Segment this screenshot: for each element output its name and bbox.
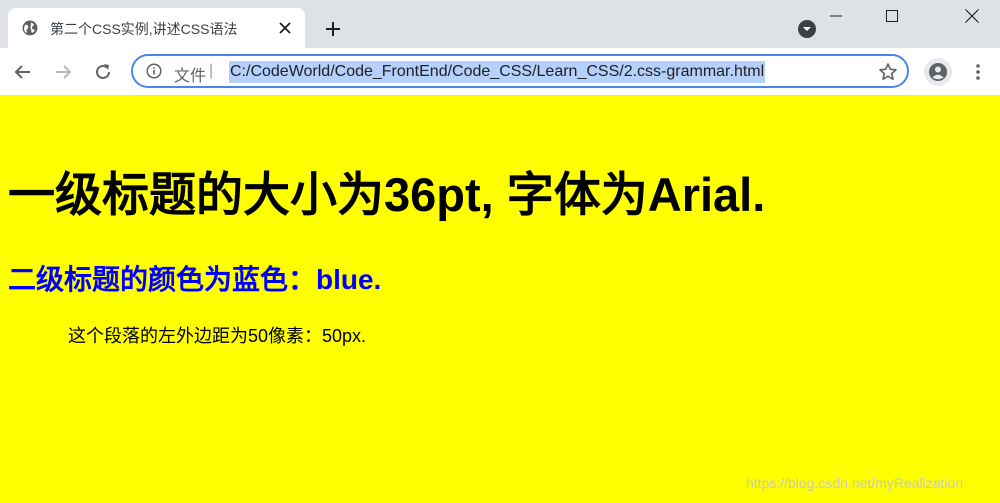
scheme-label: 文件 (174, 68, 207, 85)
back-button[interactable] (11, 60, 35, 84)
new-tab-button[interactable] (320, 16, 346, 42)
globe-icon (22, 20, 38, 36)
reload-button[interactable] (91, 60, 115, 84)
tab-active[interactable]: 第二个CSS实例,讲述CSS语法 (8, 8, 305, 48)
plus-icon (326, 22, 340, 36)
window-close-button[interactable] (944, 0, 1000, 32)
watermark: https://blog.csdn.net/myRealization (746, 475, 964, 491)
maximize-button[interactable] (864, 0, 920, 32)
forward-button[interactable] (51, 60, 75, 84)
profile-button[interactable] (924, 58, 952, 86)
star-icon[interactable] (878, 62, 898, 82)
heading-level-2: 二级标题的颜色为蓝色：blue. (8, 264, 382, 295)
reload-icon (96, 64, 110, 79)
arrow-right-icon (56, 65, 72, 79)
url-text[interactable]: C:/CodeWorld/Code_FrontEnd/Code_CSS/Lear… (229, 61, 766, 83)
browser-window: 第二个CSS实例,讲述CSS语法 文件 | C:/CodeWorld/Code_… (0, 0, 1000, 503)
maximize-icon (886, 10, 898, 22)
info-icon[interactable] (146, 63, 162, 79)
minimize-button[interactable] (808, 0, 864, 32)
toolbar: 文件 | C:/CodeWorld/Code_FrontEnd/Code_CSS… (0, 48, 1000, 96)
close-icon[interactable] (276, 19, 294, 37)
tab-title: 第二个CSS实例,讲述CSS语法 (50, 21, 238, 37)
close-icon (965, 9, 979, 23)
menu-button[interactable] (966, 60, 990, 84)
page-content: 一级标题的大小为36pt, 字体为Arial. 二级标题的颜色为蓝色：blue.… (0, 96, 1000, 503)
person-icon (929, 63, 947, 81)
scheme-separator: | (209, 62, 214, 79)
paragraph: 这个段落的左外边距为50像素：50px. (68, 326, 367, 346)
kebab-icon (976, 64, 980, 80)
arrow-left-icon (14, 65, 30, 79)
address-bar[interactable]: 文件 | C:/CodeWorld/Code_FrontEnd/Code_CSS… (131, 54, 909, 88)
minimize-icon (830, 15, 842, 17)
heading-level-1: 一级标题的大小为36pt, 字体为Arial. (8, 168, 766, 221)
tab-strip: 第二个CSS实例,讲述CSS语法 (0, 0, 1000, 48)
